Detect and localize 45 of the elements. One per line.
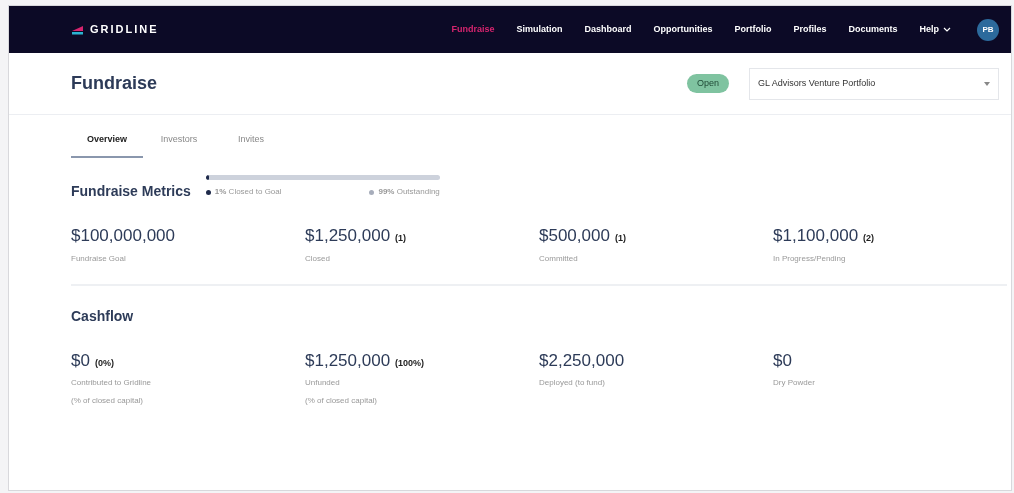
metric-value: $100,000,000: [71, 225, 175, 247]
nav-link[interactable]: Simulation: [516, 22, 563, 37]
metric-value: $0: [71, 349, 90, 372]
legend-label: 99% Outstanding: [378, 186, 440, 198]
metric-value: $0: [773, 349, 792, 372]
metric-label: Fundraise Goal: [71, 252, 127, 265]
legend-label: 1% Closed to Goal: [214, 186, 282, 198]
portfolio-dropdown[interactable]: GL Advisors Venture Portfolio: [749, 67, 999, 100]
metric-count: (2): [863, 232, 875, 245]
metric-label: (% of closed capital): [71, 395, 145, 407]
metric-label: (% of closed capital): [305, 395, 379, 407]
nav-link[interactable]: Portfolio: [734, 22, 772, 37]
tab[interactable]: Overview: [71, 132, 143, 158]
section-title: Cashflow: [71, 306, 135, 326]
user-avatar[interactable]: PB: [977, 18, 999, 41]
metric-count: (0%): [94, 356, 114, 370]
metric-value: $1,100,000: [773, 225, 859, 247]
nav-link[interactable]: Dashboard: [584, 22, 632, 37]
metric-count: (1): [395, 232, 407, 245]
tab[interactable]: Investors: [143, 132, 215, 158]
dropdown-caret-icon: [984, 81, 990, 86]
logo-icon: [71, 24, 85, 35]
nav-link[interactable]: Documents: [848, 22, 898, 37]
metric-value: $1,250,000: [305, 225, 391, 247]
nav-link[interactable]: Help: [919, 22, 951, 37]
metric-label: Deployed (to fund): [539, 377, 606, 389]
metric-count: (1): [614, 232, 626, 245]
metric-count: (100%): [395, 356, 425, 370]
brand-logo-text: GRIDLINE: [90, 22, 159, 38]
section-title: Fundraise Metrics: [71, 182, 191, 201]
metric-value: $2,250,000: [539, 349, 625, 372]
metric-label: In Progress/Pending: [773, 252, 847, 265]
metric-value: $500,000: [539, 225, 610, 247]
metric-label: Unfunded: [305, 377, 341, 389]
nav-link[interactable]: Fundraise: [451, 22, 495, 37]
nav-link[interactable]: Opportunities: [653, 22, 713, 37]
metric-value: $1,250,000: [305, 349, 391, 372]
metric-label: Dry Powder: [773, 377, 816, 389]
metric-label: Committed: [539, 252, 579, 265]
metric-label: Contributed to Gridline: [71, 377, 153, 389]
page-title: Fundraise: [71, 72, 158, 95]
tab[interactable]: Invites: [215, 132, 287, 158]
nav-link[interactable]: Profiles: [793, 22, 827, 37]
metric-label: Closed: [305, 252, 331, 265]
status-badge: Open: [686, 73, 729, 94]
